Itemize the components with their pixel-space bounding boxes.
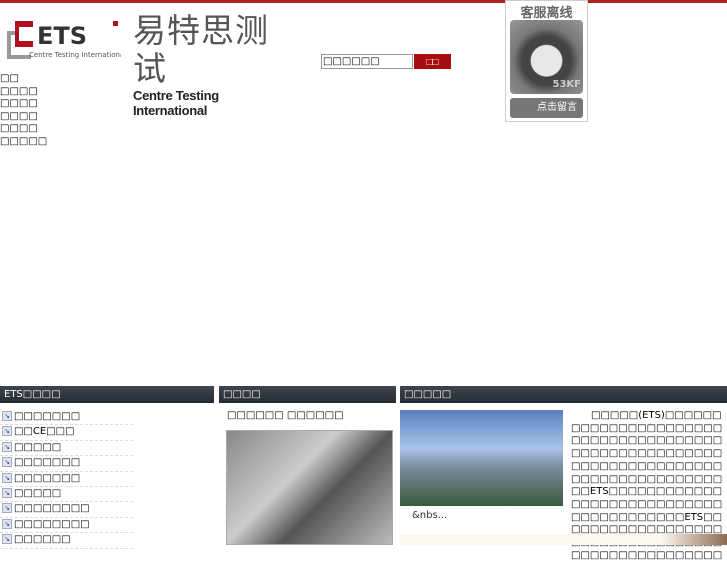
arrow-icon: ↘ — [2, 487, 12, 498]
arrow-icon: ↘ — [2, 457, 12, 468]
nav-item[interactable]: □□□□□ — [0, 136, 47, 149]
about-header: □□□□□ — [400, 386, 727, 403]
arrow-icon: ↘ — [2, 472, 12, 483]
banner-image — [400, 534, 727, 545]
ets-logo[interactable]: ETS Centre Testing International — [5, 17, 126, 61]
nav-menu: □□ □□□□ □□□□ □□□□ □□□□ □□□□□ — [0, 73, 47, 148]
arrow-icon: ↘ — [2, 503, 12, 514]
brand-title: 易特思测试 Centre Testing International — [133, 12, 293, 119]
news-image[interactable] — [226, 430, 393, 545]
news-header: □□□□ — [219, 386, 396, 403]
cs-title: 客服离线 — [520, 6, 573, 21]
list-item[interactable]: ↘ □□□□□□□ — [0, 472, 133, 487]
leave-message-button[interactable]: 点击留言 — [510, 98, 583, 118]
cs-badge: 53KF — [552, 79, 582, 90]
arrow-icon: ↘ — [2, 534, 12, 545]
list-item[interactable]: ↘ □□□□□ — [0, 441, 133, 457]
customer-service-widget: 客服离线 53KF 点击留言 — [505, 0, 588, 122]
nav-item[interactable]: □□□□ — [0, 98, 47, 111]
services-header: ETS□□□□ — [0, 386, 214, 403]
list-item[interactable]: ↘ □□□□□ — [0, 487, 133, 503]
brand-en: Centre Testing International — [133, 88, 219, 118]
arrow-icon: ↘ — [2, 441, 12, 452]
list-item[interactable]: ↘ □□□□□□□□ — [0, 502, 133, 518]
arrow-icon: ↘ — [2, 426, 12, 437]
top-bar — [0, 0, 727, 3]
search-input[interactable] — [321, 54, 413, 69]
nav-item[interactable]: □□□□ — [0, 111, 47, 124]
svg-text:Centre Testing International: Centre Testing International — [29, 51, 121, 59]
list-item[interactable]: ↘ □□□□□□□□ — [0, 518, 133, 534]
about-more-link[interactable]: &nbs... — [412, 510, 447, 521]
list-item[interactable]: ↘ □□□□□□ — [0, 533, 133, 549]
nav-item[interactable]: □□ — [0, 73, 47, 86]
nav-item[interactable]: □□□□ — [0, 86, 47, 99]
arrow-icon: ↘ — [2, 411, 12, 421]
arrow-icon: ↘ — [2, 518, 12, 529]
search-button[interactable]: □□ — [414, 54, 451, 69]
list-item[interactable]: ↘ □□□□□□□ — [0, 456, 133, 472]
nav-item[interactable]: □□□□ — [0, 123, 47, 136]
svg-text:ETS: ETS — [37, 22, 87, 50]
list-item[interactable]: ↘ □□□□□□□ — [0, 410, 133, 426]
list-item[interactable]: ↘ □□CE□□□ — [0, 425, 133, 441]
services-list: ↘ □□□□□□□ ↘ □□CE□□□ ↘ □□□□□ ↘ □□□□□□□ ↘ □□□□□… — [0, 410, 133, 549]
building-image — [400, 410, 563, 506]
brand-cn: 易特思测试 — [133, 11, 269, 88]
news-headline[interactable]: □□□□□□ □□□□□□ — [227, 410, 344, 421]
